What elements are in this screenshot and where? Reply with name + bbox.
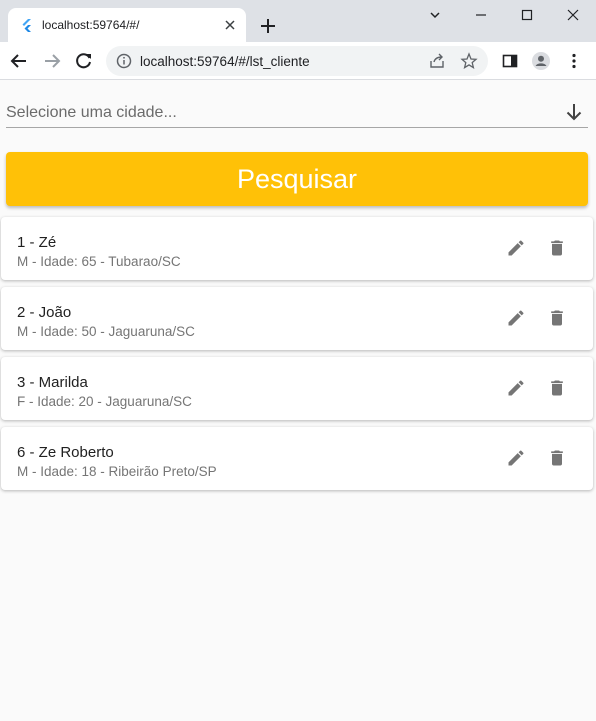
arrow-down-icon[interactable] (564, 102, 584, 122)
edit-icon[interactable] (506, 238, 526, 258)
flutter-logo-icon (22, 19, 31, 32)
city-dropdown-placeholder: Selecione uma cidade... (6, 104, 177, 121)
side-panel-icon[interactable] (500, 51, 520, 71)
edit-icon[interactable] (506, 378, 526, 398)
browser-tabstrip: localhost:59764/#/ (0, 0, 596, 42)
delete-icon[interactable] (547, 238, 567, 258)
tab-search-chevron-icon[interactable] (426, 6, 444, 24)
profile-avatar-icon[interactable] (531, 51, 551, 71)
browser-toolbar: localhost:59764/#/lst_cliente (0, 42, 596, 80)
client-card[interactable]: 6 - Ze Roberto M - Idade: 18 - Ribeirão … (1, 427, 593, 490)
client-subtitle: M - Idade: 18 - Ribeirão Preto/SP (17, 464, 217, 479)
delete-icon[interactable] (547, 308, 567, 328)
client-subtitle: F - Idade: 20 - Jaguaruna/SC (17, 394, 192, 409)
search-button[interactable]: Pesquisar (6, 152, 588, 206)
url-text[interactable]: localhost:59764/#/lst_cliente (140, 54, 310, 69)
new-tab-icon[interactable] (258, 16, 278, 36)
maximize-icon[interactable] (518, 6, 536, 24)
edit-icon[interactable] (506, 448, 526, 468)
forward-arrow-icon[interactable] (42, 51, 62, 71)
tab-title: localhost:59764/#/ (42, 18, 140, 32)
share-icon[interactable] (428, 52, 446, 70)
bookmark-star-icon[interactable] (460, 52, 478, 70)
client-card[interactable]: 1 - Zé M - Idade: 65 - Tubarao/SC (1, 217, 593, 280)
client-title: 2 - João (17, 304, 72, 321)
client-subtitle: M - Idade: 50 - Jaguaruna/SC (17, 324, 195, 339)
city-dropdown[interactable]: Selecione uma cidade... (6, 96, 588, 128)
site-info-icon[interactable] (116, 53, 132, 69)
back-arrow-icon[interactable] (9, 51, 29, 71)
address-bar[interactable]: localhost:59764/#/lst_cliente (106, 46, 488, 76)
more-menu-icon[interactable] (564, 51, 584, 71)
delete-icon[interactable] (547, 448, 567, 468)
minimize-icon[interactable] (472, 6, 490, 24)
reload-icon[interactable] (74, 51, 94, 71)
client-card[interactable]: 3 - Marilda F - Idade: 20 - Jaguaruna/SC (1, 357, 593, 420)
delete-icon[interactable] (547, 378, 567, 398)
browser-tab[interactable]: localhost:59764/#/ (8, 8, 246, 42)
close-tab-icon[interactable] (222, 17, 238, 33)
close-window-icon[interactable] (564, 6, 582, 24)
client-list: 1 - Zé M - Idade: 65 - Tubarao/SC 2 - Jo… (1, 217, 593, 497)
client-title: 6 - Ze Roberto (17, 444, 114, 461)
edit-icon[interactable] (506, 308, 526, 328)
client-card[interactable]: 2 - João M - Idade: 50 - Jaguaruna/SC (1, 287, 593, 350)
client-title: 3 - Marilda (17, 374, 88, 391)
client-title: 1 - Zé (17, 234, 57, 251)
client-subtitle: M - Idade: 65 - Tubarao/SC (17, 254, 181, 269)
